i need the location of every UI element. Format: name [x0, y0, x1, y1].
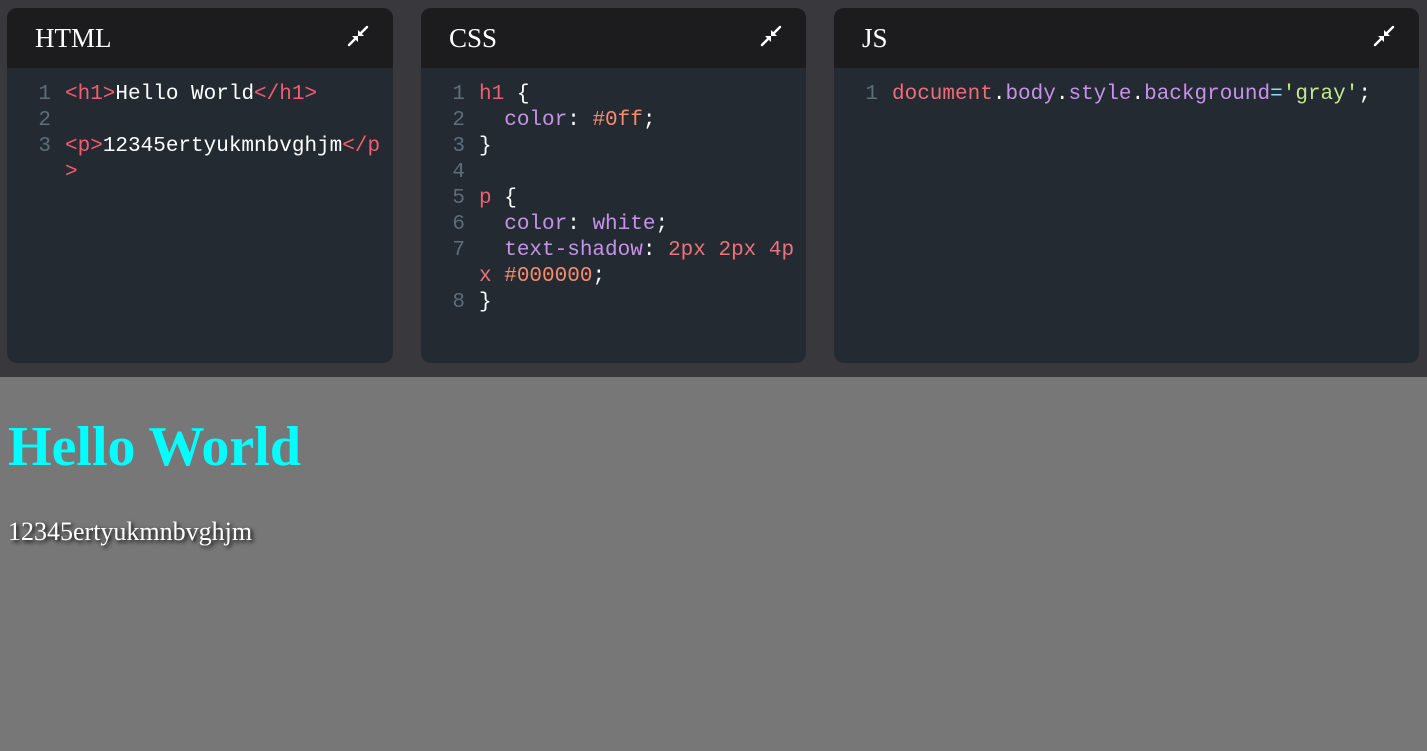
css-code-editor[interactable]: 1 h1 {2 color: #0ff; 3} 4 5p {6 color: whit… — [421, 68, 806, 316]
code-token: ; — [1358, 83, 1371, 106]
code-token: white — [592, 213, 656, 236]
collapse-icon[interactable] — [1373, 25, 1395, 47]
code-token: background — [1144, 83, 1271, 106]
code-line: 5p { — [421, 186, 806, 212]
code-line: 8} — [421, 290, 806, 316]
line-number: 1 — [38, 83, 51, 106]
code-line: 1 document.body.style.background='gray'; — [834, 82, 1419, 108]
code-line: 4 — [421, 160, 806, 186]
code-line: 6 color: white; — [421, 212, 806, 238]
code-token: } — [479, 135, 492, 158]
code-token: #0ff — [592, 109, 643, 132]
line-number: 2 — [452, 109, 465, 132]
line-number: 7 — [452, 239, 465, 262]
code-text: <p>12345ertyukmnbvghjm</p> — [65, 134, 393, 186]
code-text: } — [479, 290, 806, 316]
code-token: ; — [655, 213, 669, 236]
code-token: color — [479, 213, 568, 236]
code-text: document.body.style.background='gray'; — [892, 82, 1419, 108]
code-token: </h1> — [254, 83, 318, 106]
code-text: <h1>Hello World</h1> — [65, 82, 393, 108]
code-token: 12345ertyukmnbvghjm — [102, 135, 343, 158]
code-line: 2 — [7, 108, 393, 134]
code-line: 1 <h1>Hello World</h1> — [7, 82, 393, 108]
code-token: text-shadow — [479, 239, 643, 262]
code-text: p { — [479, 186, 806, 212]
css-panel-title: CSS — [449, 23, 498, 53]
js-code-editor[interactable]: 1 document.body.style.background='gray'; — [834, 68, 1419, 108]
code-token: { — [504, 83, 530, 106]
code-token: document — [892, 83, 993, 106]
js-panel-title: JS — [862, 23, 888, 53]
code-token: body — [1005, 83, 1056, 106]
code-token: : — [567, 213, 593, 236]
code-token: ; — [592, 265, 606, 288]
line-number: 6 — [452, 213, 465, 236]
code-line: 3 <p>12345ertyukmnbvghjm</p> — [7, 134, 393, 186]
html-code-editor[interactable]: 1 <h1>Hello World</h1> 2 3 <p>12345ertyukmn… — [7, 68, 393, 186]
line-number: 8 — [452, 291, 465, 314]
code-token: 'gray' — [1282, 83, 1359, 106]
code-text: color: white; — [479, 212, 806, 238]
code-token: . — [992, 83, 1006, 106]
code-token: #000000 — [504, 265, 593, 288]
code-token: { — [491, 187, 517, 210]
code-token: : — [642, 239, 669, 262]
line-number: 5 — [452, 187, 465, 210]
collapse-icon[interactable] — [760, 25, 782, 47]
line-number: 3 — [452, 135, 465, 158]
preview-pane: Hello World 12345ertyukmnbvghjm — [0, 377, 1427, 751]
collapse-icon[interactable] — [347, 25, 369, 47]
line-number: 1 — [865, 83, 878, 106]
code-text: h1 { — [479, 82, 806, 108]
js-panel: JS 1 document.body.style.background='gray… — [834, 8, 1419, 363]
html-panel: HTML 1 <h1>Hello World</h1> 2 3 <p>12345ert… — [7, 8, 393, 363]
code-token: . — [1131, 83, 1145, 106]
code-token: = — [1270, 83, 1283, 106]
preview-paragraph: 12345ertyukmnbvghjm — [8, 517, 253, 546]
html-panel-title: HTML — [35, 23, 112, 53]
code-token: style — [1068, 83, 1132, 106]
code-token: : — [567, 109, 593, 132]
preview-heading: Hello World — [8, 416, 301, 478]
line-number: 1 — [452, 83, 465, 106]
code-token: h1 — [479, 83, 505, 106]
line-number: 2 — [38, 109, 51, 132]
code-token: } — [479, 291, 492, 314]
code-token: . — [1055, 83, 1069, 106]
html-panel-header: HTML — [7, 8, 393, 68]
css-panel: CSS 1 h1 {2 color: #0ff; 3} 4 5p {6 color: … — [421, 8, 806, 363]
line-number: 3 — [38, 135, 51, 158]
code-text: } — [479, 134, 806, 160]
code-token: p — [479, 187, 492, 210]
code-text: color: #0ff; — [479, 108, 806, 134]
code-token: <h1> — [65, 83, 116, 106]
js-panel-header: JS — [834, 8, 1419, 68]
code-text: text-shadow: 2px 2px 4px #000000; — [479, 238, 806, 290]
code-line: 2 color: #0ff; — [421, 108, 806, 134]
code-token: <p> — [65, 135, 103, 158]
code-line: 3} — [421, 134, 806, 160]
code-token: color — [479, 109, 568, 132]
line-number: 4 — [452, 161, 465, 184]
code-line: 7 text-shadow: 2px 2px 4px #000000; — [421, 238, 806, 290]
code-line: 1 h1 { — [421, 82, 806, 108]
code-token: Hello World — [115, 83, 255, 106]
code-token: ; — [642, 109, 656, 132]
css-panel-header: CSS — [421, 8, 806, 68]
editor-area: HTML 1 <h1>Hello World</h1> 2 3 <p>12345ert… — [0, 0, 1427, 377]
